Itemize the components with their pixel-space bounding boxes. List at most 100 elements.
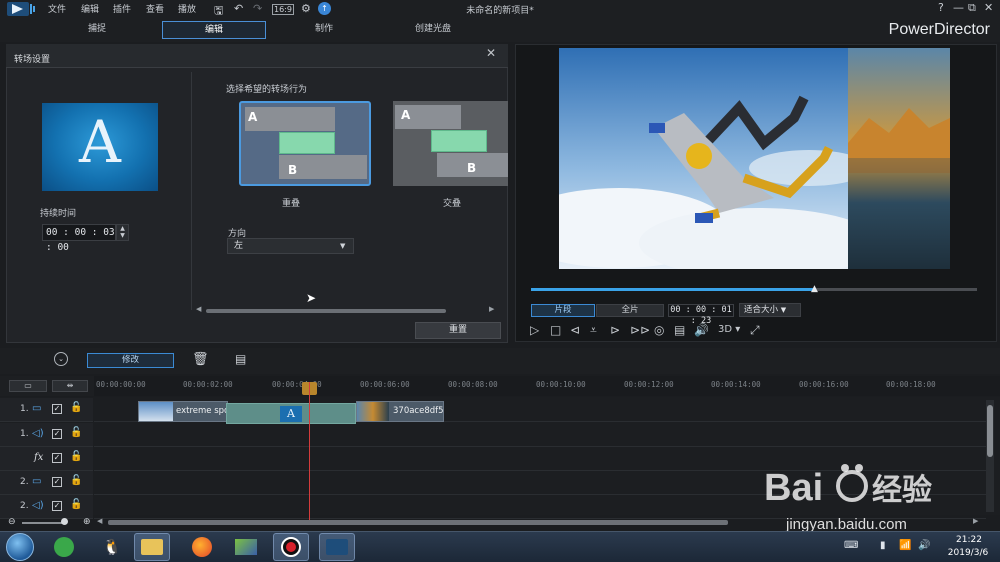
clip-properties-icon[interactable]: ▤ xyxy=(235,352,246,366)
ruler-tick: 00:00:14:00 xyxy=(711,380,761,389)
volume-icon[interactable]: 🔊 xyxy=(694,323,709,337)
clock-time[interactable]: 21:22 xyxy=(946,535,992,545)
menu-plugins[interactable]: 插件 xyxy=(113,2,131,15)
undo-icon[interactable]: ↶ xyxy=(234,2,243,15)
upgrade-icon[interactable]: ↑ xyxy=(318,2,331,15)
track-enable-checkbox[interactable]: ✓ xyxy=(52,501,62,511)
scrubber-handle[interactable]: ▲ xyxy=(811,284,818,294)
task-camtasia-icon[interactable] xyxy=(228,533,264,561)
duration-input[interactable]: 00 : 00 : 03 : 00 xyxy=(42,224,116,253)
lock-icon[interactable]: 🔓 xyxy=(70,499,82,510)
svg-text:经验: 经验 xyxy=(872,473,932,507)
track-enable-checkbox[interactable]: ✓ xyxy=(52,477,62,487)
track-manager-icon[interactable]: ▭ xyxy=(9,380,47,392)
tray-volume-icon[interactable]: 🔊 xyxy=(918,540,930,551)
tab-create-disc[interactable]: 创建光盘 xyxy=(381,21,485,39)
task-360-icon[interactable] xyxy=(46,533,82,561)
mode-bar xyxy=(0,18,1000,42)
scroll-right-icon[interactable]: ▶ xyxy=(489,305,494,313)
timeline-clip[interactable]: extreme spo xyxy=(138,401,228,422)
timecode-display[interactable]: 00 : 00 : 01 : 23 xyxy=(668,304,734,326)
snapshot-icon[interactable]: ◎ xyxy=(654,323,664,337)
undock-icon[interactable]: ⤢ xyxy=(750,323,760,338)
clock-date[interactable]: 2019/3/6 xyxy=(940,548,996,558)
task-recorder-icon[interactable] xyxy=(273,533,309,561)
task-firefox-icon[interactable] xyxy=(184,533,220,561)
tab-produce[interactable]: 制作 xyxy=(272,21,376,39)
transition-option-cross[interactable]: A B xyxy=(393,101,508,186)
menu-file[interactable]: 文件 xyxy=(48,2,66,15)
zoom-out-icon[interactable]: ⊖ xyxy=(8,517,16,527)
duration-stepper[interactable]: ▲ ▼ xyxy=(116,224,129,241)
zoom-slider-handle[interactable] xyxy=(61,518,68,525)
start-button[interactable] xyxy=(6,533,34,561)
track-enable-checkbox[interactable]: ✓ xyxy=(52,404,62,414)
scroll-left-icon[interactable]: ◀ xyxy=(97,517,102,525)
lock-icon[interactable]: 🔓 xyxy=(70,427,82,438)
lock-icon[interactable]: 🔓 xyxy=(70,451,82,462)
tab-capture[interactable]: 捕捉 xyxy=(45,21,149,39)
option-a-label: A xyxy=(401,108,411,122)
close-panel-button[interactable]: ✕ xyxy=(486,46,496,60)
ruler-tick: 00:00:00:00 xyxy=(96,380,146,389)
menu-playback[interactable]: 播放 xyxy=(178,2,196,15)
collapse-icon[interactable]: ⌄ xyxy=(54,352,68,366)
track-enable-checkbox[interactable]: ✓ xyxy=(52,429,62,439)
task-powerdirector-icon[interactable] xyxy=(319,533,355,561)
subtitles-icon[interactable]: ▤ xyxy=(674,323,685,337)
timeline-clip[interactable]: 370ace8df5 xyxy=(356,401,444,422)
clip-mode-tab[interactable]: 片段 xyxy=(531,304,595,317)
lock-icon[interactable]: 🔓 xyxy=(70,475,82,486)
track-enable-checkbox[interactable]: ✓ xyxy=(52,453,62,463)
fast-forward-icon[interactable]: ⊳⊳ xyxy=(630,323,650,337)
3d-label: 3D xyxy=(718,324,733,335)
zoom-in-icon[interactable]: ⊕ xyxy=(83,517,91,527)
settings-icon[interactable]: ⚙ xyxy=(301,2,311,15)
3d-mode-button[interactable]: 3D ▾ xyxy=(718,324,740,335)
transition-clip[interactable]: A xyxy=(226,403,356,424)
overlap-caption: 重叠 xyxy=(281,199,300,209)
trash-icon[interactable]: 🗑 xyxy=(192,352,209,367)
stop-icon[interactable]: □ xyxy=(550,323,561,337)
transition-option-overlap[interactable]: A B xyxy=(239,101,371,186)
menu-view[interactable]: 查看 xyxy=(146,2,164,15)
zoom-fit-select[interactable]: 适合大小 ▼ xyxy=(739,303,801,317)
behavior-label: 选择希望的转场行为 xyxy=(226,85,308,95)
ruler-tick: 00:00:10:00 xyxy=(536,380,586,389)
next-frame-icon[interactable]: ⊳ xyxy=(610,323,620,337)
tray-usb-icon[interactable]: ▮ xyxy=(880,540,886,551)
tray-keyboard-icon[interactable]: ⌨ xyxy=(844,540,858,551)
aspect-ratio-icon[interactable]: 16:9 xyxy=(272,4,294,15)
tab-edit[interactable]: 编辑 xyxy=(162,21,266,39)
modify-button[interactable]: 修改 xyxy=(87,353,174,368)
track-header-video-2: 2. ▭ ✓ 🔓 xyxy=(0,471,93,495)
app-logo-icon xyxy=(6,1,36,17)
timeline-track[interactable] xyxy=(94,423,986,447)
split-icon[interactable]: ⩡ xyxy=(590,323,597,338)
ruler-tick: 00:00:06:00 xyxy=(360,380,410,389)
vertical-scroll-thumb[interactable] xyxy=(987,405,993,457)
task-explorer-icon[interactable] xyxy=(134,533,170,561)
minimize-button[interactable]: — xyxy=(953,1,964,14)
direction-select[interactable]: 左 xyxy=(227,238,354,254)
movie-mode-tab[interactable]: 全片 xyxy=(596,304,664,317)
help-button[interactable]: ? xyxy=(938,1,944,14)
reset-button[interactable]: 重置 xyxy=(415,322,501,339)
close-window-button[interactable]: ✕ xyxy=(984,1,993,14)
previous-frame-icon[interactable]: ⊲ xyxy=(570,323,580,337)
tray-network-icon[interactable]: 📶 xyxy=(899,540,911,551)
play-icon[interactable]: ▷ xyxy=(530,323,539,337)
options-scrollbar[interactable] xyxy=(206,309,446,313)
audio-track-icon: ◁) xyxy=(32,500,44,511)
restore-button[interactable]: ⧉ xyxy=(968,1,976,15)
fit-timeline-icon[interactable]: ⇹ xyxy=(52,380,88,392)
zoom-slider[interactable] xyxy=(22,522,66,524)
scroll-right-icon[interactable]: ▶ xyxy=(973,517,978,525)
task-qq-icon[interactable]: 🐧 xyxy=(94,533,130,561)
playhead[interactable] xyxy=(309,382,310,520)
scroll-left-icon[interactable]: ◀ xyxy=(196,305,201,313)
lock-icon[interactable]: 🔓 xyxy=(70,402,82,413)
menu-edit[interactable]: 编辑 xyxy=(81,2,99,15)
timeline-horizontal-scrollbar[interactable] xyxy=(108,520,728,525)
redo-icon[interactable]: ↷ xyxy=(253,2,262,15)
